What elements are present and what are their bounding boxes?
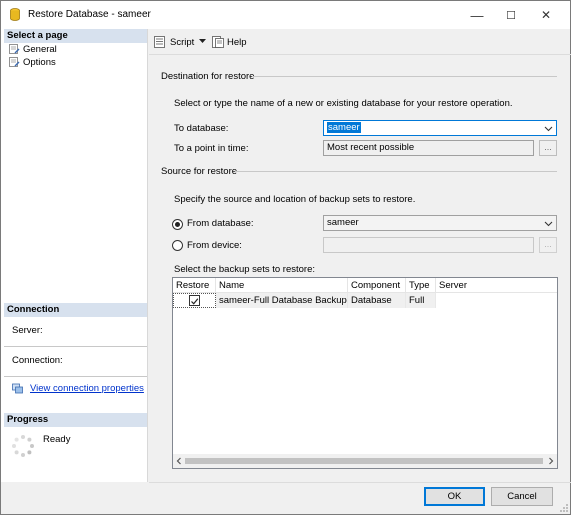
view-connection-properties-link[interactable]: View connection properties: [30, 383, 144, 394]
chevron-left-icon[interactable]: [175, 457, 183, 465]
progress-spinner-icon: [12, 435, 34, 457]
chevron-down-icon[interactable]: [544, 124, 553, 133]
sidebar-item-label: General: [23, 43, 57, 55]
table-row[interactable]: sameer-Full Database Backup Database Ful…: [173, 293, 437, 308]
sidebar: Select a page General Options Connection…: [1, 29, 148, 482]
group-divider: [235, 171, 557, 172]
from-device-radio[interactable]: [172, 240, 183, 251]
chevron-down-icon[interactable]: [544, 219, 553, 228]
page-wrench-icon: [9, 57, 20, 67]
select-page-header: Select a page: [4, 29, 147, 43]
column-header-server[interactable]: Server: [436, 278, 557, 293]
script-icon: [154, 36, 165, 48]
close-button[interactable]: ✕: [529, 1, 563, 29]
source-instructions: Specify the source and location of backu…: [174, 194, 416, 205]
help-label: Help: [227, 36, 247, 48]
toolbar-divider: [149, 54, 571, 55]
footer-divider: [149, 482, 571, 483]
backup-sets-grid[interactable]: Restore Name Component Type Server samee…: [172, 277, 558, 469]
server-label: Server:: [12, 325, 43, 336]
group-divider: [252, 76, 557, 77]
help-button[interactable]: Help: [212, 34, 247, 50]
to-database-label: To database:: [174, 123, 229, 134]
column-header-type[interactable]: Type: [406, 278, 436, 293]
cancel-button[interactable]: Cancel: [491, 487, 553, 506]
script-label: Script: [170, 36, 195, 48]
point-in-time-field[interactable]: Most recent possible: [323, 140, 534, 156]
horizontal-scrollbar[interactable]: [173, 454, 557, 468]
from-device-browse-button[interactable]: ...: [539, 237, 557, 253]
column-header-component[interactable]: Component: [348, 278, 406, 293]
to-database-combo[interactable]: sameer: [323, 120, 557, 136]
progress-status: Ready: [43, 434, 71, 445]
divider: [4, 376, 147, 377]
sidebar-item-label: Options: [23, 56, 56, 68]
from-device-field[interactable]: [323, 237, 534, 253]
chevron-right-icon[interactable]: [547, 457, 555, 465]
restore-cell[interactable]: [173, 293, 216, 308]
point-in-time-browse-button[interactable]: ...: [539, 140, 557, 156]
source-group-title: Source for restore: [161, 166, 238, 177]
help-icon: [212, 36, 224, 48]
from-database-radio[interactable]: [172, 219, 183, 230]
component-cell: Database: [348, 293, 406, 308]
scrollbar-thumb[interactable]: [185, 458, 543, 464]
title-bar[interactable]: Restore Database - sameer — ☐ ✕: [1, 1, 570, 29]
window-title: Restore Database - sameer: [28, 9, 151, 20]
sidebar-item-options[interactable]: Options: [9, 56, 56, 68]
to-database-value: sameer: [327, 122, 361, 133]
restore-database-dialog: Restore Database - sameer — ☐ ✕ Select a…: [0, 0, 571, 515]
type-cell: Full: [406, 293, 436, 308]
ok-button[interactable]: OK: [424, 487, 485, 506]
name-cell: sameer-Full Database Backup: [216, 293, 348, 308]
script-button[interactable]: Script: [154, 34, 194, 50]
connection-label: Connection:: [12, 355, 63, 366]
from-database-label[interactable]: From database:: [187, 218, 254, 229]
backup-sets-label: Select the backup sets to restore:: [174, 264, 315, 275]
destination-instructions: Select or type the name of a new or exis…: [174, 98, 513, 109]
point-in-time-label: To a point in time:: [174, 143, 249, 154]
sidebar-item-general[interactable]: General: [9, 43, 57, 55]
checkmark-icon: [191, 298, 199, 305]
connection-header: Connection: [4, 303, 147, 317]
connection-properties-icon: [12, 383, 23, 394]
chevron-down-icon[interactable]: [199, 39, 206, 44]
column-header-name[interactable]: Name: [216, 278, 348, 293]
column-header-restore[interactable]: Restore: [173, 278, 216, 293]
from-database-value: sameer: [327, 217, 359, 228]
from-database-combo[interactable]: sameer: [323, 215, 557, 231]
maximize-button[interactable]: ☐: [494, 1, 528, 29]
destination-group-title: Destination for restore: [161, 71, 255, 82]
restore-checkbox[interactable]: [189, 295, 200, 306]
database-icon: [10, 8, 20, 21]
minimize-button[interactable]: —: [460, 1, 494, 29]
from-device-label[interactable]: From device:: [187, 240, 242, 251]
divider: [4, 346, 147, 347]
resize-grip-icon[interactable]: [559, 503, 569, 513]
page-wrench-icon: [9, 44, 20, 54]
progress-header: Progress: [4, 413, 147, 427]
